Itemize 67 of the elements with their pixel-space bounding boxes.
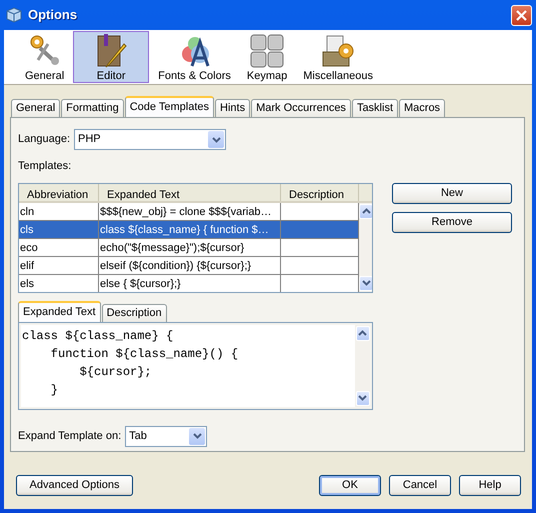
window-icon xyxy=(6,6,22,24)
arrow-up-icon xyxy=(358,330,367,336)
tab[interactable]: General xyxy=(11,99,60,117)
section-label: Templates: xyxy=(18,159,72,174)
tab[interactable]: Tasklist xyxy=(352,99,398,117)
arrow-down-icon xyxy=(362,280,370,286)
dropdown-button[interactable] xyxy=(189,428,206,444)
dialog-button[interactable]: Help xyxy=(459,475,521,496)
tab[interactable]: Macros xyxy=(399,99,446,117)
table-cell: elif xyxy=(19,256,99,274)
scroll-up-button[interactable] xyxy=(356,326,370,340)
code-editor[interactable]: class ${class_name} { function ${class_name}() { ${cursor}; } xyxy=(21,324,355,406)
table-cell: eco xyxy=(19,238,99,256)
tab[interactable]: Mark Occurrences xyxy=(251,99,351,117)
advanced-options-button[interactable]: Advanced Options xyxy=(16,475,133,496)
dialog-button[interactable]: Cancel xyxy=(389,475,451,496)
caret-icon xyxy=(212,136,220,142)
tab[interactable]: Code Templates xyxy=(124,96,214,117)
scrollbar[interactable] xyxy=(359,202,372,292)
scroll-up-button[interactable] xyxy=(359,204,372,218)
tab[interactable]: Expanded Text xyxy=(18,300,101,322)
keys-icon xyxy=(250,34,284,68)
code-line: class ${class_name} { xyxy=(22,328,174,344)
code-line: ${cursor}; xyxy=(78,364,153,380)
table-cell: cls xyxy=(19,220,99,238)
scrollbar[interactable] xyxy=(355,324,370,406)
table-row[interactable]: elif elseif (${condition}) {${cursor};} xyxy=(19,256,359,274)
arrow-up-icon xyxy=(362,208,370,214)
table-row[interactable]: cls class ${class_name} { function $… xyxy=(19,220,359,238)
code-line: } xyxy=(50,382,60,398)
dialog-button[interactable]: OK xyxy=(319,475,381,496)
category-button[interactable]: Fonts & Colors xyxy=(151,31,238,83)
column-header[interactable]: Expanded Text xyxy=(99,184,281,200)
category-button[interactable]: General xyxy=(18,31,72,83)
arrow-down-icon xyxy=(358,395,367,401)
category-button[interactable]: Keymap xyxy=(240,31,294,83)
table-cell: $$${new_obj} = clone $$${variab… xyxy=(99,202,281,220)
gear-wrench-icon xyxy=(28,34,62,68)
dropdown-button[interactable] xyxy=(208,131,224,148)
column-header[interactable]: Description xyxy=(281,184,359,200)
tab[interactable]: Description xyxy=(102,304,167,322)
side-button[interactable]: Remove xyxy=(392,212,512,232)
expand-on-dropdown[interactable]: Tab xyxy=(125,426,208,446)
table-cell: cln xyxy=(19,202,99,220)
table-cell: else { ${cursor};} xyxy=(99,274,281,292)
column-header[interactable]: Abbreviation xyxy=(19,184,99,200)
table-cell: els xyxy=(19,274,99,292)
caret-icon xyxy=(192,433,202,439)
table-cell: elseif (${condition}) {${cursor};} xyxy=(99,256,281,274)
table-cell: class ${class_name} { function $… xyxy=(99,220,281,238)
code-line: function ${class_name}() { xyxy=(50,346,240,362)
tab[interactable]: Formatting xyxy=(61,99,124,117)
close-button[interactable] xyxy=(511,4,532,26)
table-cell: echo("${message}");${cursor} xyxy=(99,238,281,256)
category-button[interactable]: Miscellaneous xyxy=(296,31,380,83)
close-icon xyxy=(516,10,527,20)
table-row[interactable]: eco echo("${message}");${cursor} xyxy=(19,238,359,256)
tab[interactable]: Hints xyxy=(215,99,250,117)
side-button[interactable]: New xyxy=(392,182,512,204)
category-button[interactable]: Editor xyxy=(73,31,150,83)
scroll-down-button[interactable] xyxy=(359,276,372,290)
scroll-down-button[interactable] xyxy=(356,390,370,406)
language-dropdown[interactable]: PHP xyxy=(74,129,226,150)
folder-gear-icon xyxy=(321,34,356,68)
field-label: Expand Template on: xyxy=(18,428,122,444)
field-label: Language: xyxy=(18,132,70,148)
window-title: Options xyxy=(28,6,78,24)
